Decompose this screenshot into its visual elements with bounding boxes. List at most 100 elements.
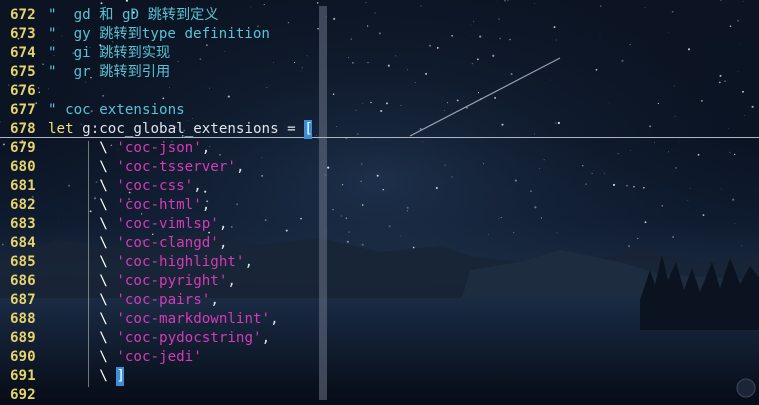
line-text: \ 'coc-css', [48,177,202,196]
code-line[interactable]: 692 [0,386,759,405]
continuation-backslash: \ [99,216,117,232]
string-token: 'coc-clangd' [116,235,219,251]
code-token: , [244,254,254,270]
line-number: 692 [10,387,36,403]
line-text: \ 'coc-pydocstring', [48,329,270,348]
line-number: 683 [10,216,36,232]
code-token: , [218,235,228,251]
code-token: , [270,311,279,327]
line-text: " gy 跳转到type definition [48,25,270,44]
code-line[interactable]: 675 " gr 跳转到引用 [0,63,759,82]
code-token: g:coc_global_extensions = [82,121,305,137]
string-token: 'coc-markdownlint' [116,311,271,327]
string-token: 'coc-tsserver' [116,159,236,175]
continuation-backslash: \ [99,368,117,384]
line-text: \ 'coc-pairs', [48,291,219,310]
continuation-backslash: \ [99,140,117,156]
line-number: 680 [10,159,36,175]
line-number: 682 [10,197,36,213]
code-line[interactable]: 691 \ ] [0,367,759,386]
code-line[interactable]: 681 \ 'coc-css', [0,177,759,196]
string-token: 'coc-json' [116,140,202,156]
line-text: \ 'coc-pyright', [48,272,236,291]
line-number: 687 [10,292,36,308]
continuation-backslash: \ [99,235,117,251]
string-token: 'coc-vimlsp' [116,216,219,232]
continuation-backslash: \ [99,292,117,308]
line-text: \ 'coc-json', [48,139,210,158]
line-text: \ 'coc-vimlsp', [48,215,227,234]
comment-text: " gd 和 gD 跳转到定义 [48,7,219,23]
line-text: " gr 跳转到引用 [48,63,170,82]
code-line[interactable]: 680 \ 'coc-tsserver', [0,158,759,177]
line-text: " coc extensions [48,101,185,120]
code-line[interactable]: 677 " coc extensions [0,101,759,120]
code-line[interactable]: 679 \ 'coc-json', [0,139,759,158]
string-token: 'coc-pairs' [116,292,211,308]
code-line[interactable]: 687 \ 'coc-pairs', [0,291,759,310]
string-token: 'coc-highlight' [116,254,245,270]
line-text: " gd 和 gD 跳转到定义 [48,6,219,25]
string-token: 'coc-pydocstring' [116,330,262,346]
code-line[interactable]: 673 " gy 跳转到type definition [0,25,759,44]
code-token: , [235,159,245,175]
line-number: 690 [10,349,36,365]
line-number: 685 [10,254,36,270]
code-line[interactable]: 688 \ 'coc-markdownlint', [0,310,759,329]
code-line[interactable]: 690 \ 'coc-jedi' [0,348,759,367]
vim-editor-buffer[interactable]: 672 " gd 和 gD 跳转到定义 673 " gy 跳转到type defini… [0,0,759,403]
code-line[interactable]: 689 \ 'coc-pydocstring', [0,329,759,348]
line-text: \ ] [48,367,125,386]
code-token: , [227,273,236,289]
code-token: , [201,140,211,156]
continuation-backslash: \ [99,273,117,289]
code-line[interactable]: 685 \ 'coc-highlight', [0,253,759,272]
continuation-backslash: \ [99,254,117,270]
code-line[interactable]: 682 \ 'coc-html', [0,196,759,215]
line-text: \ 'coc-html', [48,196,210,215]
line-number: 681 [10,178,36,194]
continuation-backslash: \ [99,197,117,213]
code-line[interactable]: 676 [0,82,759,101]
line-number: 689 [10,330,36,346]
line-number: 679 [10,140,36,156]
line-text: \ 'coc-highlight', [48,253,253,272]
keyword-token: let [48,121,83,137]
continuation-backslash: \ [99,311,117,327]
matched-bracket-cursor: ] [116,367,125,386]
code-line[interactable]: 672 " gd 和 gD 跳转到定义 [0,6,759,25]
code-line[interactable]: 683 \ 'coc-vimlsp', [0,215,759,234]
line-number: 675 [10,64,36,80]
line-number: 673 [10,26,36,42]
code-line[interactable]: 686 \ 'coc-pyright', [0,272,759,291]
line-number: 686 [10,273,36,289]
line-text: \ 'coc-markdownlint', [48,310,279,329]
line-text: " gi 跳转到实现 [48,44,170,63]
matched-bracket-cursor: [ [304,120,313,139]
code-token: , [218,216,228,232]
code-line[interactable]: 684 \ 'coc-clangd', [0,234,759,253]
comment-text: " gi 跳转到实现 [48,45,171,61]
code-token: , [193,178,202,194]
line-number: 676 [10,83,36,99]
comment-text: " gr 跳转到引用 [48,64,171,80]
string-token: 'coc-pyright' [116,273,228,289]
line-number: 678 [10,121,36,137]
continuation-backslash: \ [99,330,117,346]
line-number: 672 [10,7,36,23]
line-number: 684 [10,235,36,251]
code-line[interactable]: 674 " gi 跳转到实现 [0,44,759,63]
code-token: , [201,197,211,213]
string-token: 'coc-css' [116,178,194,194]
code-line[interactable]: 678 let g:coc_global_extensions = [ [0,120,759,139]
